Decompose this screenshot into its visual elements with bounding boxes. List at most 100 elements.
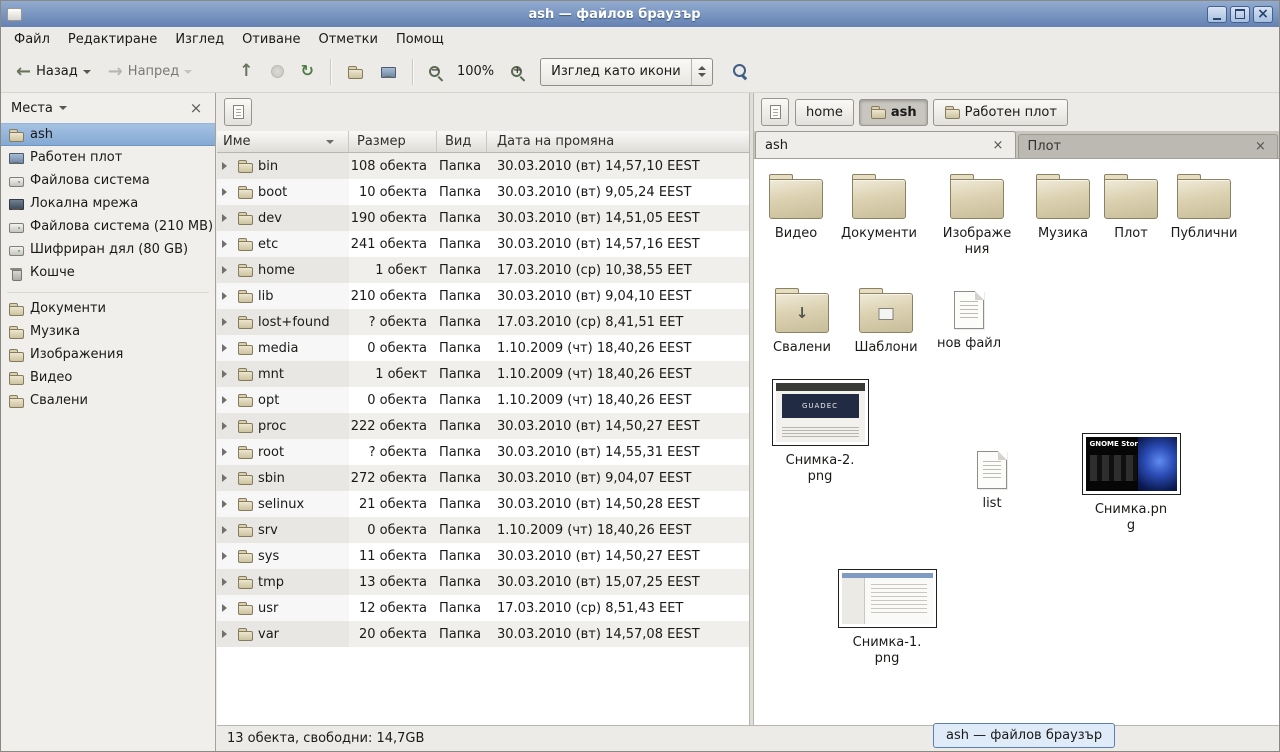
column-header-type[interactable]: Вид (437, 131, 487, 152)
icon-view-item[interactable]: GUADEC GNOME Store Свалени (760, 287, 844, 356)
icon-view-item[interactable]: GUADEC GNOME Store Видео (754, 173, 838, 242)
icon-view-item[interactable]: GUADEC GNOME Store Снимка.png (1076, 433, 1186, 534)
table-row[interactable]: srv 0 обекта Папка 1.10.2009 (чт) 18,40,… (217, 517, 749, 543)
icon-view[interactable]: GUADEC GNOME Store Видео (754, 159, 1279, 725)
location-toggle-button[interactable] (761, 98, 789, 126)
sidebar-item[interactable]: ash (1, 123, 215, 146)
sidebar-item[interactable]: Свалени (1, 389, 215, 412)
breadcrumb-button[interactable]: ash (859, 99, 928, 126)
expander-icon[interactable] (222, 500, 232, 508)
expander-icon[interactable] (222, 604, 232, 612)
expander-icon[interactable] (222, 422, 232, 430)
tab-close-button[interactable]: × (991, 138, 1006, 153)
expander-icon[interactable] (222, 292, 232, 300)
sidebar-close-button[interactable]: × (187, 99, 205, 117)
table-row[interactable]: tmp 13 обекта Папка 30.03.2010 (вт) 15,0… (217, 569, 749, 595)
breadcrumb-button[interactable]: Работен плот (933, 99, 1068, 126)
icon-view-item[interactable]: GUADEC GNOME Store Плот (1089, 173, 1173, 242)
sidebar-item[interactable]: Документи (1, 297, 215, 320)
table-row[interactable]: bin 108 обекта Папка 30.03.2010 (вт) 14,… (217, 153, 749, 179)
table-row[interactable]: mnt 1 обект Папка 1.10.2009 (чт) 18,40,2… (217, 361, 749, 387)
menu-item[interactable]: Изглед (166, 30, 233, 49)
maximize-button[interactable] (1230, 6, 1250, 23)
sidebar-item[interactable]: Работен плот (1, 146, 215, 169)
table-row[interactable]: selinux 21 обекта Папка 30.03.2010 (вт) … (217, 491, 749, 517)
sidebar-item[interactable]: Видео (1, 366, 215, 389)
column-header-name[interactable]: Име (217, 131, 349, 152)
reload-button[interactable] (294, 58, 321, 85)
expander-icon[interactable] (222, 318, 232, 326)
table-row[interactable]: sys 11 обекта Папка 30.03.2010 (вт) 14,5… (217, 543, 749, 569)
icon-view-item[interactable]: GUADEC GNOME Store нов файл (927, 287, 1011, 352)
sidebar-item[interactable]: Кошче (1, 261, 215, 284)
icon-view-item[interactable]: GUADEC GNOME Store Снимка-2.png (765, 379, 875, 485)
tab-close-button[interactable]: × (1253, 139, 1268, 154)
table-row[interactable]: sbin 272 обекта Папка 30.03.2010 (вт) 9,… (217, 465, 749, 491)
sidebar-item[interactable]: Шифриран дял (80 GB) (1, 238, 215, 261)
sidebar-item[interactable]: Изображения (1, 343, 215, 366)
icon-view-item[interactable]: GUADEC GNOME Store Публични (1162, 173, 1246, 242)
table-row[interactable]: var 20 обекта Папка 30.03.2010 (вт) 14,5… (217, 621, 749, 647)
zoom-out-button[interactable] (422, 61, 447, 82)
menu-item[interactable]: Помощ (387, 30, 453, 49)
tab[interactable]: ash × (755, 131, 1016, 158)
table-row[interactable]: media 0 обекта Папка 1.10.2009 (чт) 18,4… (217, 335, 749, 361)
breadcrumb-button[interactable]: home (795, 99, 854, 126)
table-row[interactable]: home 1 обект Папка 17.03.2010 (ср) 10,38… (217, 257, 749, 283)
expander-icon[interactable] (222, 214, 232, 222)
location-toggle-button[interactable] (224, 98, 252, 126)
table-row[interactable]: opt 0 обекта Папка 1.10.2009 (чт) 18,40,… (217, 387, 749, 413)
expander-icon[interactable] (222, 526, 232, 534)
minimize-button[interactable] (1207, 6, 1227, 23)
expander-icon[interactable] (222, 240, 232, 248)
close-button[interactable] (1253, 6, 1273, 23)
search-button[interactable] (716, 59, 755, 84)
column-header-size[interactable]: Размер (349, 131, 437, 152)
titlebar[interactable]: ash — файлов браузър (1, 1, 1279, 27)
icon-view-item[interactable]: GUADEC GNOME Store Шаблони (844, 287, 928, 356)
expander-icon[interactable] (222, 474, 232, 482)
menu-item[interactable]: Отметки (309, 30, 386, 49)
home-button[interactable] (340, 59, 370, 85)
expander-icon[interactable] (222, 552, 232, 560)
icon-view-item[interactable]: GUADEC GNOME Store Документи (837, 173, 921, 242)
zoom-in-button[interactable] (504, 61, 529, 82)
table-row[interactable]: dev 190 обекта Папка 30.03.2010 (вт) 14,… (217, 205, 749, 231)
expander-icon[interactable] (222, 630, 232, 638)
icon-view-item[interactable]: GUADEC GNOME Store Снимка-1.png (832, 569, 942, 667)
table-row[interactable]: boot 10 обекта Папка 30.03.2010 (вт) 9,0… (217, 179, 749, 205)
table-row[interactable]: proc 222 обекта Папка 30.03.2010 (вт) 14… (217, 413, 749, 439)
expander-icon[interactable] (222, 396, 232, 404)
icon-view-item[interactable]: GUADEC GNOME Store list (950, 447, 1034, 512)
places-selector[interactable]: Места (11, 101, 182, 116)
back-button[interactable]: Назад (9, 58, 98, 86)
table-row[interactable]: lost+found ? обекта Папка 17.03.2010 (ср… (217, 309, 749, 335)
expander-icon[interactable] (222, 266, 232, 274)
expander-icon[interactable] (222, 162, 232, 170)
expander-icon[interactable] (222, 448, 232, 456)
menu-item[interactable]: Отиване (233, 30, 309, 49)
table-row[interactable]: lib 210 обекта Папка 30.03.2010 (вт) 9,0… (217, 283, 749, 309)
menu-item[interactable]: Редактиране (59, 30, 166, 49)
view-mode-select[interactable]: Изглед като икони (540, 58, 713, 86)
sidebar-item[interactable]: Локална мрежа (1, 192, 215, 215)
expander-icon[interactable] (222, 188, 232, 196)
expander-icon[interactable] (222, 578, 232, 586)
table-row[interactable]: etc 241 обекта Папка 30.03.2010 (вт) 14,… (217, 231, 749, 257)
forward-button[interactable]: Напред (101, 58, 200, 86)
computer-button[interactable] (373, 59, 403, 85)
taskbar-window-button[interactable]: ash — файлов браузър (933, 723, 1115, 748)
column-header-date[interactable]: Дата на промяна (487, 131, 749, 152)
expander-icon[interactable] (222, 344, 232, 352)
stop-button[interactable] (264, 60, 291, 83)
expander-icon[interactable] (222, 370, 232, 378)
table-row[interactable]: usr 12 обекта Папка 17.03.2010 (ср) 8,51… (217, 595, 749, 621)
table-row[interactable]: root ? обекта Папка 30.03.2010 (вт) 14,5… (217, 439, 749, 465)
menu-item[interactable]: Файл (5, 30, 59, 49)
icon-view-item[interactable]: GUADEC GNOME Store Изображения (935, 173, 1019, 258)
sidebar-item[interactable]: Файлова система (1, 169, 215, 192)
sidebar-item[interactable]: Файлова система (210 MB) (1, 215, 215, 238)
tab[interactable]: Плот × (1018, 134, 1279, 158)
up-button[interactable] (232, 58, 260, 85)
sidebar-item[interactable]: Музика (1, 320, 215, 343)
